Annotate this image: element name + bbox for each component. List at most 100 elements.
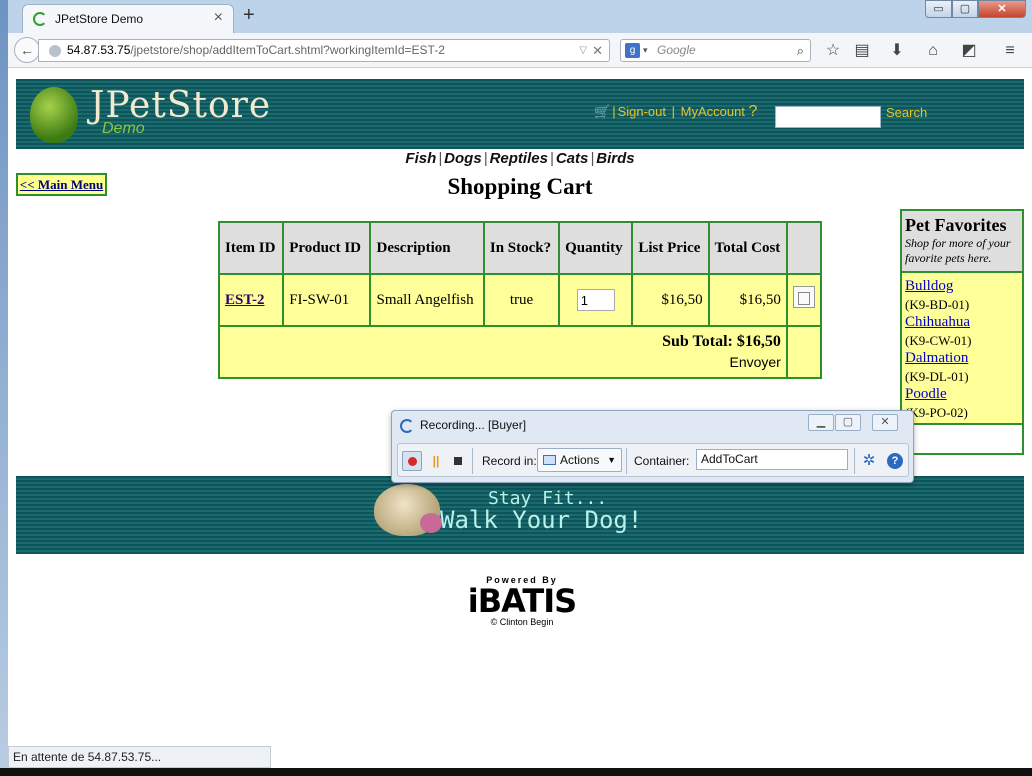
ibatis-brand: iBATIS <box>467 582 577 620</box>
in-stock-cell: true <box>482 273 561 327</box>
total-cost-cell: $16,50 <box>707 273 788 327</box>
my-account-link[interactable]: MyAccount <box>681 104 745 119</box>
menu-icon[interactable]: ≡ <box>999 40 1021 62</box>
favorite-code: (K9-CW-01) <box>905 333 972 348</box>
toolbar-divider <box>854 448 855 474</box>
back-button[interactable]: ← <box>14 37 40 63</box>
pause-button[interactable]: || <box>426 451 446 471</box>
column-header: List Price <box>631 221 710 275</box>
signout-link[interactable]: Sign-out <box>618 104 666 119</box>
help-icon[interactable]: ? <box>749 103 758 120</box>
favorite-link[interactable]: Dalmation <box>905 349 1019 368</box>
recorder-controls: || Record in: Actions ▼ Container: AddTo… <box>397 443 909 477</box>
recorder-minimize-button[interactable]: ▁ <box>808 414 834 431</box>
favorite-link[interactable]: Poodle <box>905 385 1019 404</box>
favorite-code: (K9-BD-01) <box>905 297 970 312</box>
site-identity-icon[interactable] <box>49 45 61 57</box>
recorder-logo-icon <box>400 419 414 433</box>
category-link[interactable]: Dogs <box>444 150 482 167</box>
favorites-subtitle: Shop for more of your favorite pets here… <box>905 236 1011 265</box>
category-link[interactable]: Cats <box>556 150 589 167</box>
window-close-button[interactable]: ✕ <box>978 0 1026 18</box>
category-link[interactable]: Fish <box>405 150 436 167</box>
container-field[interactable]: AddToCart <box>696 449 848 470</box>
column-header: Total Cost <box>707 221 788 275</box>
remove-item-icon[interactable] <box>792 286 815 308</box>
browser-tab[interactable]: JPetStore Demo × <box>22 4 234 33</box>
desktop-edge <box>0 0 8 776</box>
search-icon[interactable]: ⌕ <box>797 40 804 61</box>
tab-close-button[interactable]: × <box>214 9 223 27</box>
search-engine-icon[interactable]: g <box>625 43 640 58</box>
recorder-close-button[interactable]: ✕ <box>872 414 898 431</box>
recorder-toolbar: Recording... [Buyer] ▁ ▢ ✕ || Record in:… <box>391 410 914 483</box>
toolbar-divider <box>626 448 627 474</box>
column-header: Description <box>369 221 485 275</box>
recorder-maximize-button[interactable]: ▢ <box>835 414 861 431</box>
taskbar-edge <box>0 768 1032 776</box>
object-spy-icon[interactable]: ✲ <box>860 452 878 470</box>
chevron-down-icon: ▼ <box>607 455 616 465</box>
container-label: Container: <box>634 454 690 468</box>
dog-tongue-icon <box>420 513 442 533</box>
footer-tagline-2: Walk Your Dog! <box>440 506 643 534</box>
item-id-link[interactable]: EST-2 <box>217 273 285 327</box>
column-header <box>785 221 823 275</box>
category-link[interactable]: Reptiles <box>490 150 548 167</box>
subtotal-label: Sub Total: $16,50 <box>662 333 781 350</box>
downloads-icon[interactable]: ⬇ <box>886 40 908 62</box>
remove-cell <box>785 273 823 327</box>
record-button[interactable] <box>402 451 422 471</box>
search-engine-dropdown-icon[interactable]: ▾ <box>643 40 648 61</box>
navigation-toolbar: ← 54.87.53.75/jpetstore/shop/addItemToCa… <box>8 33 1032 68</box>
toolbar-divider <box>472 448 473 474</box>
product-id-cell: FI-SW-01 <box>282 273 372 327</box>
cart-icon[interactable]: 🛒 <box>594 104 610 119</box>
stop-button[interactable] <box>448 451 468 471</box>
list-item: Chihuahua (K9-CW-01) <box>905 313 1019 349</box>
subtotal-cell: Sub Total: $16,50 Envoyer <box>218 325 788 379</box>
sync-icon[interactable]: ◩ <box>958 40 980 62</box>
tab-title: JPetStore Demo <box>55 12 144 26</box>
record-in-dropdown[interactable]: Actions ▼ <box>537 448 622 472</box>
search-bar[interactable]: g ▾ Google ⌕ <box>620 39 811 62</box>
category-link[interactable]: Birds <box>596 150 634 167</box>
new-tab-button[interactable]: + <box>243 4 255 27</box>
submit-button[interactable]: Envoyer <box>225 352 780 372</box>
reading-list-icon[interactable]: ▤ <box>851 40 873 62</box>
site-header: JPetStore Demo 🛒 | Sign-out | MyAccount ? … <box>16 79 1024 149</box>
favorites-header: Pet Favorites Shop for more of your favo… <box>902 211 1022 273</box>
header-links: 🛒 | Sign-out | MyAccount ? <box>594 103 758 120</box>
favorite-link[interactable]: Bulldog <box>905 277 1019 296</box>
table-header-row: Item ID Product ID Description In Stock?… <box>217 221 823 275</box>
parrot-logo-icon[interactable] <box>30 87 78 143</box>
site-footer-banner: Stay Fit... Walk Your Dog! <box>16 476 1024 554</box>
folder-icon <box>543 455 556 465</box>
window-maximize-button[interactable]: ▢ <box>952 0 978 18</box>
status-bar: En attente de 54.87.53.75... <box>8 746 271 768</box>
url-bar[interactable]: 54.87.53.75/jpetstore/shop/addItemToCart… <box>38 39 610 62</box>
loading-icon <box>33 12 47 26</box>
favorite-link[interactable]: Chihuahua <box>905 313 1019 332</box>
cart-table: Item ID Product ID Description In Stock?… <box>217 221 823 379</box>
site-search-input[interactable] <box>775 106 881 128</box>
column-header: Product ID <box>282 221 372 275</box>
empty-cell <box>785 325 823 379</box>
table-row: EST-2 FI-SW-01 Small Angelfish true $16,… <box>217 273 823 327</box>
ibatis-logo[interactable]: Powered By iBATIS © Clinton Begin <box>462 575 582 627</box>
quantity-input[interactable] <box>576 289 615 311</box>
stop-icon[interactable]: ✕ <box>592 40 603 61</box>
search-placeholder: Google <box>657 43 696 57</box>
window-minimize-button[interactable]: ▭ <box>925 0 952 18</box>
url-history-dropdown-icon[interactable]: ▽ <box>579 40 587 61</box>
site-search-button[interactable]: Search <box>886 105 927 120</box>
home-icon[interactable]: ⌂ <box>922 40 944 62</box>
list-item: Bulldog (K9-BD-01) <box>905 277 1019 313</box>
description-cell: Small Angelfish <box>369 273 485 327</box>
list-item: Poodle (K9-PO-02) <box>905 385 1019 421</box>
list-price-cell: $16,50 <box>631 273 710 327</box>
help-icon[interactable]: ? <box>887 453 903 469</box>
favorites-title: Pet Favorites <box>905 215 1007 235</box>
url-path: /jpetstore/shop/addItemToCart.shtml?work… <box>130 43 445 57</box>
bookmark-star-icon[interactable]: ☆ <box>822 40 844 62</box>
